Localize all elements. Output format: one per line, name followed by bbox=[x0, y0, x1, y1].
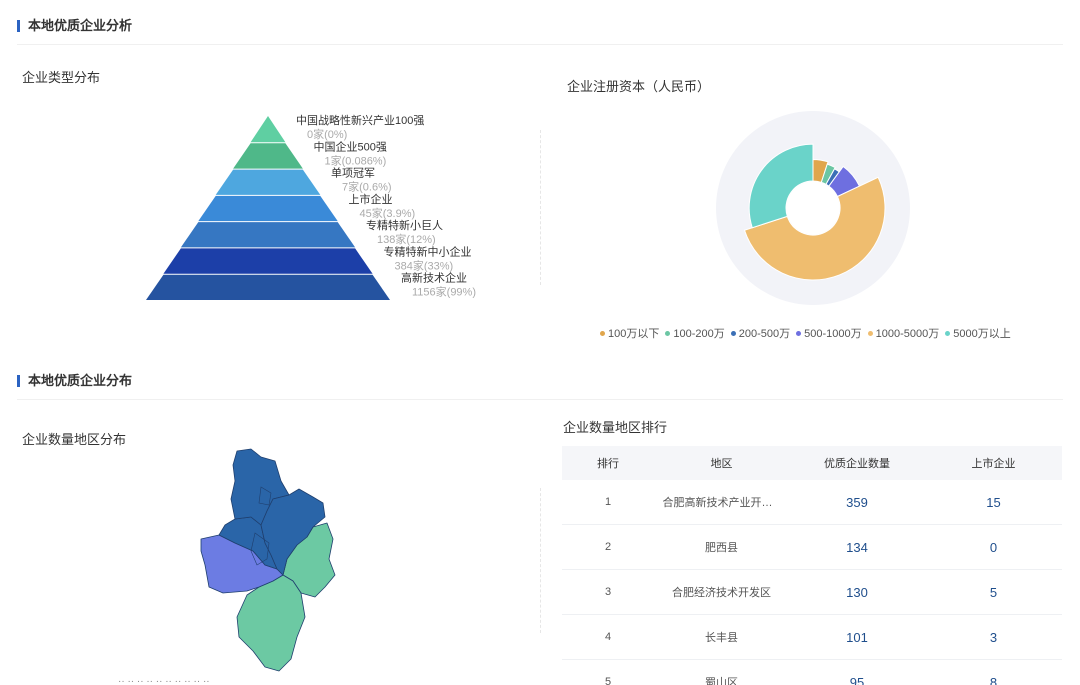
section-title-distribution: 本地优质企业分布 bbox=[17, 373, 132, 389]
rank-cell: 3 bbox=[604, 586, 612, 598]
legend-dot-icon bbox=[665, 330, 671, 336]
legend-label: 100-200万 bbox=[673, 328, 725, 340]
pyramid-label: 中国企业500强 bbox=[314, 139, 387, 153]
legend-item[interactable]: 100-200万 bbox=[665, 325, 725, 341]
enterprise-type-title: 企业类型分布 bbox=[22, 70, 101, 85]
capital-legend: 100万以下 100-200万 200-500万 500-1000万 1000-5000… bbox=[600, 325, 1017, 341]
legend-dot-icon bbox=[867, 330, 873, 336]
pyramid-label: 上市企业 bbox=[349, 192, 393, 206]
pyramid-layer bbox=[233, 143, 303, 169]
rank-cell: 4 bbox=[604, 631, 612, 643]
legend-label: 500-1000万 bbox=[804, 328, 862, 340]
pyramid-layer bbox=[250, 116, 286, 143]
pyramid-value-label: 1156家(99%) bbox=[412, 285, 476, 299]
region-cell: 蜀山区 bbox=[705, 677, 738, 685]
pyramid-layer bbox=[198, 195, 338, 222]
table-row[interactable]: 5 蜀山区 95 8 bbox=[562, 660, 1062, 685]
region-cell: 长丰县 bbox=[705, 632, 738, 644]
listed-cell: 3 bbox=[989, 629, 998, 645]
pyramid-label: 专精特新小巨人 bbox=[366, 218, 443, 232]
section-divider bbox=[17, 44, 1063, 45]
count-cell: 95 bbox=[849, 674, 865, 685]
pyramid-layer bbox=[180, 222, 356, 248]
donut-hole bbox=[786, 181, 840, 235]
table-row[interactable]: 1 合肥高新技术产业开发区 359 15 bbox=[562, 480, 1062, 525]
section-divider bbox=[17, 399, 1063, 400]
enterprise-type-pyramid-chart: 中国战略性新兴产业100强0家(0%)中国企业500强1家(0.086%)单项冠… bbox=[146, 113, 476, 300]
pyramid-value-label: 45家(3.9%) bbox=[360, 206, 416, 220]
column-header-rank: 排行 bbox=[597, 458, 619, 470]
map-legend: ·· ·· ·· ·· ·· ·· ·· ·· ·· ·· bbox=[118, 676, 210, 685]
legend-item[interactable]: 5000万以上 bbox=[945, 325, 1011, 341]
column-header-listed: 上市企业 bbox=[971, 458, 1016, 470]
region-ranking-table: 排行 地区 优质企业数量 上市企业 1 合肥高新技术产业开发区 359 15 2 肥西县 1… bbox=[562, 446, 1062, 685]
listed-cell: 5 bbox=[989, 584, 998, 600]
column-header-count: 优质企业数量 bbox=[824, 458, 890, 470]
pyramid-value-label: 7家(0.6%) bbox=[342, 180, 392, 194]
pyramid-label: 单项冠军 bbox=[331, 167, 375, 180]
pyramid-layer bbox=[146, 274, 390, 300]
legend-item[interactable]: 100万以下 bbox=[600, 325, 659, 341]
pyramid-value-label: 138家(12%) bbox=[377, 232, 436, 246]
panel-divider bbox=[540, 130, 541, 285]
region-cell: 合肥高新技术产业开发区 bbox=[662, 497, 781, 509]
legend-dot-icon bbox=[796, 330, 802, 336]
region-ranking-title: 企业数量地区排行 bbox=[563, 420, 668, 435]
table-body: 1 合肥高新技术产业开发区 359 15 2 肥西县 134 0 3 合肥经济技术开发区 130 5 4… bbox=[562, 480, 1062, 685]
table-row[interactable]: 3 合肥经济技术开发区 130 5 bbox=[562, 570, 1062, 615]
legend-item[interactable]: 200-500万 bbox=[730, 325, 791, 341]
pyramid-label: 高新技术企业 bbox=[401, 271, 467, 285]
listed-cell: 0 bbox=[989, 539, 998, 555]
legend-label: 200-500万 bbox=[738, 328, 791, 340]
pyramid-label: 中国战略性新兴产业100强 bbox=[296, 113, 424, 127]
legend-dot-icon bbox=[600, 330, 605, 336]
column-header-region: 地区 bbox=[710, 458, 733, 470]
pyramid-label: 专精特新中小企业 bbox=[384, 244, 472, 258]
legend-dot-icon bbox=[730, 330, 736, 336]
rank-cell: 2 bbox=[604, 541, 612, 553]
registered-capital-donut-chart bbox=[716, 111, 910, 305]
listed-cell: 8 bbox=[989, 674, 998, 685]
panel-divider bbox=[540, 488, 541, 633]
listed-cell: 15 bbox=[986, 494, 1001, 510]
legend-label: 5000万以上 bbox=[953, 328, 1011, 340]
table-row[interactable]: 4 长丰县 101 3 bbox=[562, 615, 1062, 660]
pyramid-value-label: 1家(0.086%) bbox=[325, 153, 387, 167]
rank-cell: 1 bbox=[604, 496, 612, 508]
rank-cell: 5 bbox=[604, 676, 612, 685]
legend-label: 1000-5000万 bbox=[875, 328, 940, 340]
region-cell: 合肥经济技术开发区 bbox=[672, 587, 771, 599]
legend-dot-icon bbox=[945, 330, 951, 336]
registered-capital-title: 企业注册资本（人民币） bbox=[567, 79, 711, 94]
pyramid-layer bbox=[215, 169, 321, 195]
pyramid-value-label: 384家(33%) bbox=[395, 258, 454, 272]
pyramid-value-label: 0家(0%) bbox=[307, 127, 347, 141]
pyramid-layer bbox=[163, 248, 373, 274]
region-distribution-map bbox=[200, 448, 336, 672]
legend-label: 100万以下 bbox=[608, 328, 660, 340]
table-header: 排行 地区 优质企业数量 上市企业 bbox=[562, 446, 1062, 480]
region-cell: 肥西县 bbox=[705, 542, 738, 554]
count-cell: 101 bbox=[846, 629, 868, 645]
region-map-title: 企业数量地区分布 bbox=[22, 432, 127, 447]
legend-item[interactable]: 500-1000万 bbox=[796, 325, 862, 341]
table-row[interactable]: 2 肥西县 134 0 bbox=[562, 525, 1062, 570]
count-cell: 359 bbox=[846, 494, 868, 510]
section-title-analysis: 本地优质企业分析 bbox=[17, 18, 132, 34]
count-cell: 134 bbox=[846, 539, 868, 555]
count-cell: 130 bbox=[846, 584, 868, 600]
legend-item[interactable]: 1000-5000万 bbox=[867, 325, 940, 341]
